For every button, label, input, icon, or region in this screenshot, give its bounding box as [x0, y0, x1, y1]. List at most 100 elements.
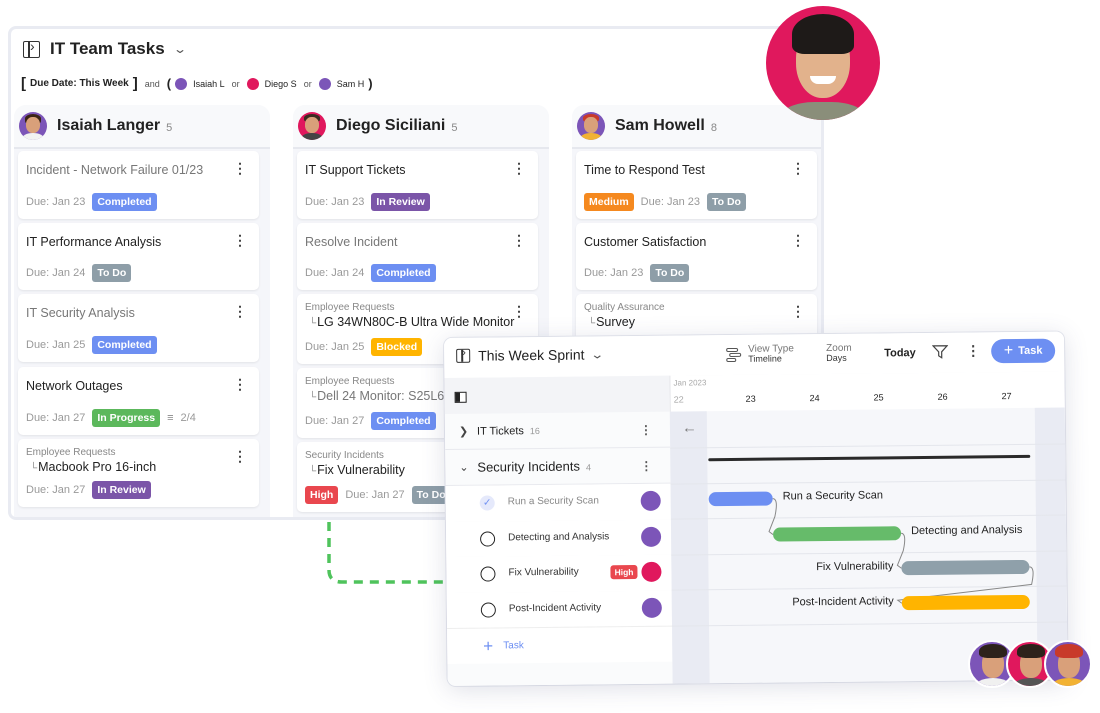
group-name: IT Tickets 16: [477, 425, 540, 437]
gantt-bar[interactable]: [708, 491, 773, 507]
card-parent: Security Incidents: [305, 450, 384, 461]
task-card[interactable]: Incident - Network Failure 01/23 ⋮ Due: …: [18, 151, 259, 219]
plus-icon: +: [1003, 342, 1014, 360]
task-row[interactable]: Detecting and Analysis: [445, 519, 672, 557]
today-button[interactable]: Today: [884, 347, 916, 359]
checkbox[interactable]: [480, 530, 496, 547]
filter-paren-open: (: [166, 76, 172, 91]
panel-expand-icon[interactable]: [456, 348, 471, 363]
status-badge: Completed: [92, 193, 157, 211]
timeline-window: This Week Sprint ⌄ View TypeTimeline Zoo…: [444, 331, 1068, 686]
more-icon[interactable]: ⋮: [233, 233, 247, 247]
assignee-avatar: [640, 526, 662, 547]
column-count: 8: [710, 121, 717, 134]
gantt-bar-label: Post-Incident Activity: [792, 595, 894, 609]
assignee-avatar: [640, 490, 661, 511]
gantt-bar-label: Run a Security Scan: [782, 489, 884, 503]
task-row[interactable]: Post-Incident Activity: [446, 590, 673, 628]
priority-badge: High: [610, 564, 638, 580]
status-badge: In Review: [371, 193, 430, 211]
due-date: Due: Jan 27: [26, 412, 86, 424]
card-parent: Employee Requests: [305, 376, 395, 387]
task-name: Detecting and Analysis: [508, 530, 610, 543]
card-title: Dell 24 Monitor: S25L6: [309, 389, 444, 403]
card-title: Time to Respond Test: [584, 163, 705, 177]
due-date: Due: Jan 23: [640, 196, 700, 208]
view-type-dropdown[interactable]: View Type Timeline: [726, 343, 794, 364]
group-row-security-incidents[interactable]: ⌄ Security Incidents 4 ⋮: [445, 447, 671, 486]
more-icon[interactable]: ⋮: [791, 233, 805, 247]
card-parent: Employee Requests: [305, 302, 395, 313]
task-card[interactable]: Resolve Incident ⋮ Due: Jan 24 Completed: [297, 223, 538, 290]
priority-badge: High: [305, 486, 339, 504]
task-card[interactable]: Employee Requests Macbook Pro 16-inch ⋮ …: [18, 439, 259, 507]
card-title: Resolve Incident: [305, 235, 398, 249]
task-card[interactable]: IT Support Tickets ⋮ Due: Jan 23 In Revie…: [297, 151, 538, 219]
checkbox-checked[interactable]: ✓: [479, 495, 495, 511]
task-row[interactable]: ✓ Run a Security Scan: [445, 483, 671, 522]
more-icon[interactable]: ⋮: [233, 449, 247, 463]
more-icon[interactable]: ⋮: [791, 304, 805, 318]
chevron-down-icon[interactable]: ⌄: [590, 347, 604, 361]
timeline-task-list: ❯ IT Tickets 16 ⋮ ⌄ Security Incidents 4 ⋮…: [444, 375, 673, 686]
timeline-title-group[interactable]: This Week Sprint ⌄: [456, 346, 605, 364]
avatar-diego-mini: [246, 77, 259, 90]
task-card[interactable]: IT Security Analysis ⋮ Due: Jan 25 Comple…: [18, 294, 259, 362]
filter-icon[interactable]: [932, 345, 949, 359]
filter-and: and: [144, 78, 160, 89]
filter-row[interactable]: [ Due Date: This Week ] and ( Isaiah L o…: [21, 75, 373, 92]
status-badge: To Do: [650, 264, 690, 282]
status-badge: In Progress: [92, 409, 161, 427]
chevron-right-icon[interactable]: ❯: [459, 425, 468, 438]
more-icon[interactable]: ⋮: [512, 304, 526, 318]
task-card[interactable]: Time to Respond Test ⋮ Medium Due: Jan 23…: [576, 151, 817, 219]
zoom-dropdown[interactable]: Zoom Days: [826, 343, 852, 363]
filter-person-sam: Sam H: [336, 78, 365, 89]
filter-person-isaiah: Isaiah L: [193, 78, 225, 89]
due-date: Due: Jan 24: [26, 267, 86, 279]
more-icon[interactable]: ⋮: [640, 458, 652, 472]
more-icon[interactable]: ⋮: [640, 422, 652, 436]
group-row-it-tickets[interactable]: ❯ IT Tickets 16 ⋮: [444, 411, 671, 450]
gantt-bar[interactable]: [901, 559, 1030, 576]
more-icon[interactable]: ⋮: [512, 161, 526, 175]
more-icon[interactable]: ⋮: [233, 304, 247, 318]
chevron-down-icon[interactable]: ⌄: [173, 42, 187, 56]
avatar: [19, 112, 47, 140]
more-icon[interactable]: ⋮: [233, 161, 247, 175]
more-icon[interactable]: ⋮: [966, 342, 980, 359]
card-title: IT Support Tickets: [305, 163, 406, 177]
add-task-button[interactable]: + Task: [991, 338, 1056, 364]
group-name-text: Security Incidents: [477, 458, 581, 475]
view-type-value: Timeline: [748, 353, 782, 364]
avatar: [298, 112, 326, 140]
checkbox[interactable]: [480, 601, 496, 618]
more-icon[interactable]: ⋮: [233, 377, 247, 391]
more-icon[interactable]: ⋮: [512, 233, 526, 247]
status-badge: Completed: [92, 336, 157, 354]
due-date: Due: Jan 24: [305, 267, 365, 279]
card-title: IT Security Analysis: [26, 306, 135, 320]
checkbox[interactable]: [480, 566, 496, 582]
task-card[interactable]: Customer Satisfaction ⋮ Due: Jan 23 To Do: [576, 223, 817, 290]
panel-expand-icon[interactable]: [23, 38, 40, 58]
more-icon[interactable]: ⋮: [791, 161, 805, 175]
task-card[interactable]: Network Outages ⋮ Due: Jan 27 In Progress…: [18, 367, 259, 435]
collapse-panel-icon[interactable]: [454, 391, 467, 403]
chevron-down-icon[interactable]: ⌄: [459, 461, 468, 474]
task-card[interactable]: IT Performance Analysis ⋮ Due: Jan 24 To …: [18, 223, 259, 290]
column-header: Isaiah Langer 5: [14, 105, 270, 149]
task-row[interactable]: Fix Vulnerability High: [446, 554, 672, 593]
column-name: Sam Howell: [615, 117, 705, 134]
gantt-bar[interactable]: [901, 594, 1030, 611]
gantt-bar[interactable]: [773, 526, 902, 542]
card-title: LG 34WN80C-B Ultra Wide Monitor: [309, 315, 514, 329]
zoom-value: Days: [826, 352, 847, 363]
card-parent: Quality Assurance: [584, 302, 665, 313]
due-date: Due: Jan 23: [305, 196, 365, 208]
add-task-label: Task: [1018, 344, 1043, 357]
filter-bracket-close: ]: [132, 75, 138, 92]
priority-badge: Medium: [584, 193, 634, 211]
add-task-row[interactable]: + Task: [447, 625, 673, 664]
filter-bracket-open: [: [21, 75, 26, 92]
